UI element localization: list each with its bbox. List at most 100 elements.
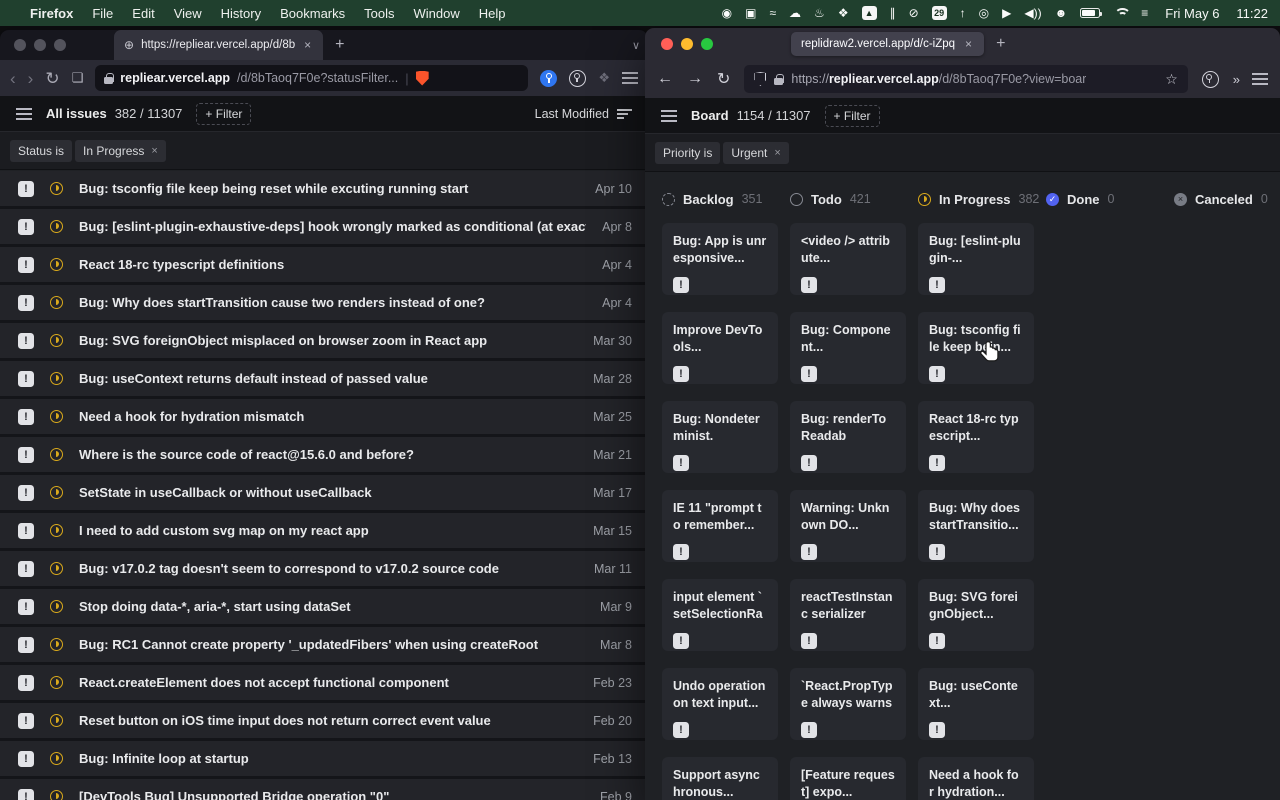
right-browser-tab[interactable]: replidraw2.vercel.app/d/c-iZpq × [791, 32, 984, 56]
password-manager-icon[interactable] [1202, 71, 1219, 88]
person-circle-icon[interactable]: ☻ [1055, 7, 1068, 19]
issue-row[interactable]: !Bug: Infinite loop at startupFeb 13 [0, 741, 648, 779]
priority-urgent-icon[interactable]: ! [18, 599, 34, 615]
window-bars-icon[interactable]: ∥ [890, 7, 896, 19]
issue-row[interactable]: !React.createElement does not accept fun… [0, 665, 648, 703]
board-card[interactable]: Bug: renderToReadab! [790, 401, 906, 473]
issue-row[interactable]: !Where is the source code of react@15.6.… [0, 437, 648, 475]
zoom-window-button[interactable] [701, 38, 713, 50]
filter-field-chip[interactable]: Priority is [655, 142, 720, 164]
board-card[interactable]: `React.PropType always warns ab! [790, 668, 906, 740]
board-card[interactable]: <video /> attribute...! [790, 223, 906, 295]
priority-urgent-icon[interactable]: ! [801, 277, 817, 293]
forward-button[interactable]: › [28, 70, 34, 87]
board-card[interactable]: reactTestInstanc serializer! [790, 579, 906, 651]
new-tab-button[interactable]: + [996, 35, 1005, 53]
issue-row[interactable]: !Bug: useContext returns default instead… [0, 361, 648, 399]
board-card[interactable]: Bug: tsconfig file keep bein...! [918, 312, 1034, 384]
menubar-item-window[interactable]: Window [414, 6, 460, 21]
issue-row[interactable]: !Bug: [eslint-plugin-exhaustive-deps] ho… [0, 209, 648, 247]
priority-urgent-icon[interactable]: ! [673, 366, 689, 382]
slash-circle-icon[interactable]: ⊘ [909, 7, 919, 19]
add-filter-button[interactable]: + Filter [825, 105, 880, 127]
issue-row[interactable]: !Bug: RC1 Cannot create property '_updat… [0, 627, 648, 665]
status-in-progress-icon[interactable] [50, 524, 63, 537]
record-icon[interactable]: ◉ [722, 7, 732, 19]
left-url-bar[interactable]: repliear.vercel.app /d/8bTaoq7F0e?status… [95, 65, 528, 91]
tab-list-chevron-icon[interactable]: ∨ [632, 39, 640, 52]
priority-urgent-icon[interactable]: ! [929, 722, 945, 738]
status-in-progress-icon[interactable] [50, 372, 63, 385]
issue-row[interactable]: !React 18-rc typescript definitionsApr 4 [0, 247, 648, 285]
close-window-button[interactable] [14, 39, 26, 51]
board-card[interactable]: React 18-rc typescript...! [918, 401, 1034, 473]
status-in-progress-icon[interactable] [50, 220, 63, 233]
menubar-item-tools[interactable]: Tools [364, 6, 394, 21]
browser-menu-icon[interactable] [1252, 73, 1268, 85]
board-card[interactable]: Bug: Why does startTransitio...! [918, 490, 1034, 562]
back-button[interactable]: ← [657, 70, 673, 88]
battery-icon[interactable] [1080, 8, 1100, 18]
priority-urgent-icon[interactable]: ! [18, 637, 34, 653]
left-browser-tab[interactable]: ⊕ https://repliear.vercel.app/d/8b × [114, 30, 323, 60]
priority-urgent-icon[interactable]: ! [673, 633, 689, 649]
issue-row[interactable]: !SetState in useCallback or without useC… [0, 475, 648, 513]
priority-urgent-icon[interactable]: ! [18, 789, 34, 800]
bookmark-icon[interactable]: ❏ [72, 70, 84, 86]
issue-row[interactable]: !Need a hook for hydration mismatchMar 2… [0, 399, 648, 437]
dropbox-icon[interactable]: ❖ [838, 7, 849, 19]
tab-close-icon[interactable]: × [963, 37, 974, 51]
remove-filter-icon[interactable]: × [151, 145, 157, 157]
priority-urgent-icon[interactable]: ! [929, 633, 945, 649]
zoom-window-button[interactable] [54, 39, 66, 51]
board-card[interactable]: Warning: Unknown DO...! [790, 490, 906, 562]
status-in-progress-icon[interactable] [50, 410, 63, 423]
filter-value-chip[interactable]: In Progress × [75, 140, 166, 162]
play-circle-icon[interactable]: ▶ [1002, 7, 1011, 19]
board-card[interactable]: Bug: SVG foreignObject...! [918, 579, 1034, 651]
cloud-icon[interactable]: ☁ [789, 7, 801, 19]
status-in-progress-icon[interactable] [50, 676, 63, 689]
status-in-progress-icon[interactable] [50, 600, 63, 613]
minimize-window-button[interactable] [34, 39, 46, 51]
priority-urgent-icon[interactable]: ! [18, 295, 34, 311]
board-card[interactable]: Bug: [eslint-plugin-...! [918, 223, 1034, 295]
priority-urgent-icon[interactable]: ! [18, 181, 34, 197]
keyhole-extension-icon[interactable] [569, 70, 586, 87]
priority-urgent-icon[interactable]: ! [18, 371, 34, 387]
board-card[interactable]: Undo operation on text input...! [662, 668, 778, 740]
menubar-app-name[interactable]: Firefox [30, 6, 73, 21]
priority-urgent-icon[interactable]: ! [801, 633, 817, 649]
priority-urgent-icon[interactable]: ! [18, 333, 34, 349]
priority-urgent-icon[interactable]: ! [18, 751, 34, 767]
priority-urgent-icon[interactable]: ! [929, 544, 945, 560]
priority-urgent-icon[interactable]: ! [801, 722, 817, 738]
priority-urgent-icon[interactable]: ! [929, 277, 945, 293]
tab-close-icon[interactable]: × [302, 38, 313, 52]
board-card[interactable]: input element `setSelectionRa! [662, 579, 778, 651]
bookmark-star-icon[interactable]: ☆ [1165, 71, 1178, 88]
filter-value-chip[interactable]: Urgent × [723, 142, 788, 164]
board-card[interactable]: Support asynchronous...! [662, 757, 778, 800]
sidebar-menu-icon[interactable] [661, 110, 677, 122]
priority-urgent-icon[interactable]: ! [801, 544, 817, 560]
priority-urgent-icon[interactable]: ! [18, 675, 34, 691]
right-url-bar[interactable]: https:// repliear.vercel.app /d/8bTaoq7F… [744, 65, 1187, 93]
status-in-progress-icon[interactable] [50, 714, 63, 727]
menubar-item-bookmarks[interactable]: Bookmarks [280, 6, 345, 21]
switches-icon[interactable]: ≡ [1141, 7, 1148, 19]
board-card[interactable]: Bug: Component...! [790, 312, 906, 384]
priority-urgent-icon[interactable]: ! [18, 713, 34, 729]
priority-urgent-icon[interactable]: ! [801, 455, 817, 471]
minimize-window-button[interactable] [681, 38, 693, 50]
remove-filter-icon[interactable]: × [774, 147, 780, 159]
share-icon[interactable]: ↑ [960, 7, 966, 19]
board-card[interactable]: Improve DevTools...! [662, 312, 778, 384]
wave-icon[interactable]: ≈ [769, 7, 776, 19]
priority-urgent-icon[interactable]: ! [18, 257, 34, 273]
tracking-protection-shield-icon[interactable] [754, 72, 766, 86]
wifi-icon[interactable] [1113, 8, 1128, 19]
issue-row[interactable]: !Bug: Why does startTransition cause two… [0, 285, 648, 323]
new-tab-button[interactable]: + [335, 36, 344, 54]
add-filter-button[interactable]: + Filter [196, 103, 251, 125]
